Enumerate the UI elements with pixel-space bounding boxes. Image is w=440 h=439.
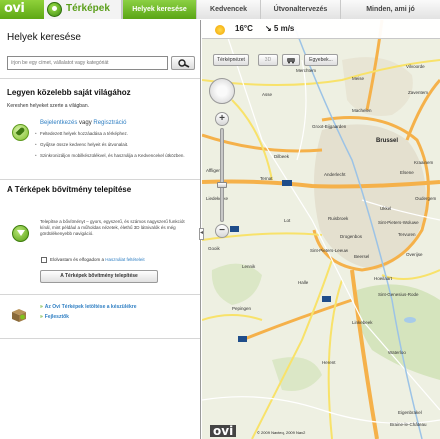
divider — [0, 78, 200, 79]
place-label: Machelen — [352, 108, 372, 113]
place-label: Merchtem — [296, 68, 317, 73]
app-title-area: Térképek — [44, 0, 122, 19]
more-button[interactable]: Egyebek... — [304, 54, 338, 66]
place-label: Herent — [322, 360, 336, 365]
terms-link[interactable]: Használat feltételeit — [105, 257, 144, 262]
place-label: Sint-Pieters-Leeuw — [310, 248, 349, 253]
place-label: Linkebeek — [352, 320, 373, 325]
personal-intro: Kereshen helyeket szerte a világban. — [7, 103, 89, 109]
wind-speed: ↘ 5 m/s — [265, 24, 295, 33]
temperature: 16°C — [235, 24, 253, 33]
search-button[interactable] — [171, 56, 195, 70]
place-label: Gooik — [208, 246, 220, 251]
search-input[interactable] — [7, 56, 168, 70]
feature-bullet: Gyűjtse össze kedvenc helyeit és útvonal… — [35, 142, 195, 148]
place-label: Tervuren — [398, 232, 416, 237]
terms-label: Elolvastam és elfogadom a Használat felt… — [50, 257, 145, 262]
ovi-logo-text: ovi — [4, 1, 25, 16]
zoom-in-button[interactable]: + — [215, 112, 229, 126]
place-label: Pepingen — [232, 306, 252, 311]
panel-title: Helyek keresése — [7, 32, 81, 43]
tab-minden-ami-jo[interactable]: Minden, ami jó — [340, 0, 440, 19]
place-label: Groot-Bijgaarden — [312, 124, 347, 129]
search-row — [7, 56, 195, 71]
panel-collapse-handle[interactable]: ◂ — [199, 228, 204, 240]
feature-bullet: Szinkronizáljon mobilkészülékvel, és has… — [35, 153, 195, 159]
place-label: Lot — [284, 218, 291, 223]
location-pin-icon — [12, 124, 29, 141]
place-label: Beersel — [354, 254, 370, 259]
top-bar: ovi Térképek Helyek keresése Kedvencek Ú… — [0, 0, 440, 19]
place-label: Sint-Genesius-Rode — [378, 292, 419, 297]
place-label: Drogenbos — [340, 234, 363, 239]
place-label: Overijse — [406, 252, 423, 257]
weather-bar: 16°C ↘ 5 m/s — [202, 20, 440, 39]
zoom-control: + − — [209, 78, 235, 238]
place-label: Zaventem — [408, 90, 429, 95]
place-label: Kraainem — [414, 160, 434, 165]
divider — [0, 179, 200, 180]
zoom-slider-thumb[interactable] — [217, 182, 227, 188]
place-label: Halle — [298, 280, 309, 285]
place-label: Eigenbrakel — [398, 410, 422, 415]
3d-button[interactable]: 3D — [258, 54, 278, 66]
auth-links: Bejelentkezés vagy Regisztráció — [40, 120, 126, 126]
developers-link[interactable]: Fejlesztők — [40, 314, 69, 320]
place-label: Ternat — [260, 176, 273, 181]
place-label: Elsene — [400, 170, 414, 175]
place-label: Meise — [352, 76, 365, 81]
install-plugin-button[interactable]: A Térképek bővítmény telepítése — [40, 270, 158, 283]
place-label: Asse — [262, 92, 273, 97]
place-label: Vilvoorde — [406, 64, 425, 69]
app-title: Térképek — [66, 3, 110, 14]
register-link[interactable]: Regisztráció — [93, 120, 126, 126]
ovi-logo[interactable]: ovi — [0, 0, 44, 19]
search-icon — [178, 59, 190, 68]
zoom-slider-track[interactable] — [220, 128, 224, 222]
zoom-out-button[interactable]: − — [215, 224, 229, 238]
map-copyright: © 2009 Navteq, 2009 Nav2 — [257, 430, 306, 435]
place-label: Brussel — [376, 138, 399, 144]
plugin-description: Telepítse a bővítményt – gyors, egyszerű… — [40, 219, 185, 236]
terms-checkbox[interactable] — [41, 257, 47, 263]
place-label: Ruisbroek — [328, 216, 349, 221]
ovi-map-logo: ovi — [210, 425, 237, 437]
map-canvas[interactable] — [202, 20, 440, 439]
device-box-icon — [12, 309, 26, 322]
tab-helyek-keresese[interactable]: Helyek keresése — [122, 0, 196, 19]
pan-compass-icon[interactable] — [209, 78, 235, 104]
place-label: Waterloo — [388, 350, 406, 355]
traffic-icon — [287, 58, 295, 64]
place-label: Ukkel — [380, 206, 392, 211]
place-label: Braine-le-Château — [390, 422, 427, 427]
maps-globe-icon — [47, 2, 62, 17]
or-text: vagy — [79, 120, 92, 126]
plugin-heading: A Térképek bővítmény telepítése — [7, 185, 132, 194]
login-link[interactable]: Bejelentkezés — [40, 120, 77, 126]
map-view-button[interactable]: Térképnézet — [213, 54, 249, 66]
feature-bullet: Feltedezett helyek hozzáadása a térképhe… — [35, 131, 195, 137]
map-view[interactable]: Vilvoorde Machelen Brussel Anderlecht Gr… — [202, 20, 440, 439]
download-arrow-icon — [12, 225, 29, 242]
divider — [0, 294, 200, 295]
place-label: Anderlecht — [324, 172, 346, 177]
place-label: Sint-Pieters-Woluwe — [378, 220, 419, 225]
divider — [0, 338, 200, 339]
place-label: Oudergem — [415, 196, 437, 201]
sun-icon — [215, 25, 225, 35]
tab-utvonaltervezes[interactable]: Útvonaltervezés — [260, 0, 340, 19]
download-to-device-link[interactable]: Az Ovi Térképek letöltése a készülékre — [40, 304, 137, 310]
place-label: Hoeilaart — [374, 276, 393, 281]
terms-prefix: Elolvastam és elfogadom a — [50, 257, 105, 262]
tab-kedvencek[interactable]: Kedvencek — [196, 0, 260, 19]
place-label: Lennik — [242, 264, 256, 269]
personal-heading: Legyen közelebb saját világához — [7, 88, 131, 97]
traffic-button[interactable] — [282, 54, 300, 66]
left-panel: Helyek keresése Legyen közelebb saját vi… — [0, 20, 201, 439]
place-label: Dilbeek — [274, 154, 290, 159]
